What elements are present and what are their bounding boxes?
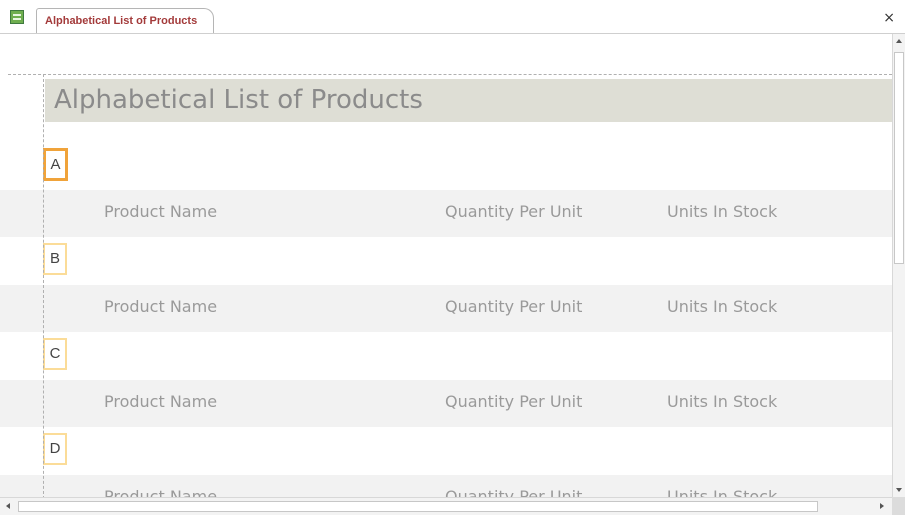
group-section: D Product Name Quantity Per Unit Units I… bbox=[0, 427, 892, 497]
group-section: C Product Name Quantity Per Unit Units I… bbox=[0, 332, 892, 427]
group-letter-box[interactable]: A bbox=[43, 148, 68, 181]
column-header-units-in-stock[interactable]: Units In Stock bbox=[667, 392, 777, 411]
column-header-quantity-per-unit[interactable]: Quantity Per Unit bbox=[445, 297, 582, 316]
column-header-product-name[interactable]: Product Name bbox=[104, 297, 217, 316]
group-header-band bbox=[0, 142, 892, 190]
vertical-scroll-thumb[interactable] bbox=[894, 52, 904, 264]
group-section: B Product Name Quantity Per Unit Units I… bbox=[0, 237, 892, 332]
column-header-product-name[interactable]: Product Name bbox=[104, 487, 217, 497]
close-icon[interactable]: × bbox=[883, 11, 895, 25]
scroll-left-arrow-icon[interactable] bbox=[6, 503, 10, 509]
report-document-icon bbox=[10, 10, 24, 24]
column-header-units-in-stock[interactable]: Units In Stock bbox=[667, 487, 777, 497]
column-header-quantity-per-unit[interactable]: Quantity Per Unit bbox=[445, 202, 582, 221]
group-letter-box[interactable]: C bbox=[43, 338, 67, 370]
tab-alphabetical-list-of-products[interactable]: Alphabetical List of Products bbox=[36, 8, 215, 34]
group-letter-box[interactable]: D bbox=[43, 433, 67, 465]
column-header-product-name[interactable]: Product Name bbox=[104, 392, 217, 411]
group-section: A Product Name Quantity Per Unit Units I… bbox=[0, 142, 892, 237]
group-header-band bbox=[0, 332, 892, 380]
document-tab-bar: Alphabetical List of Products × bbox=[0, 0, 905, 34]
group-header-band bbox=[0, 427, 892, 475]
column-header-units-in-stock[interactable]: Units In Stock bbox=[667, 297, 777, 316]
horizontal-scroll-thumb[interactable] bbox=[18, 501, 818, 512]
scroll-right-arrow-icon[interactable] bbox=[880, 503, 884, 509]
section-guide-vertical bbox=[43, 74, 44, 497]
section-guide-horizontal bbox=[8, 74, 892, 75]
report-header-band: Alphabetical List of Products bbox=[45, 79, 892, 122]
vertical-scrollbar[interactable] bbox=[892, 34, 905, 497]
scrollbar-corner bbox=[892, 497, 905, 515]
group-header-band bbox=[0, 237, 892, 285]
column-header-quantity-per-unit[interactable]: Quantity Per Unit bbox=[445, 487, 582, 497]
tab-label: Alphabetical List of Products bbox=[45, 15, 198, 27]
scroll-down-arrow-icon[interactable] bbox=[896, 488, 902, 492]
report-title[interactable]: Alphabetical List of Products bbox=[54, 83, 423, 117]
group-letter-box[interactable]: B bbox=[43, 243, 67, 275]
scroll-up-arrow-icon[interactable] bbox=[896, 39, 902, 43]
column-header-quantity-per-unit[interactable]: Quantity Per Unit bbox=[445, 392, 582, 411]
column-header-units-in-stock[interactable]: Units In Stock bbox=[667, 202, 777, 221]
report-canvas[interactable]: Alphabetical List of Products A Product … bbox=[0, 34, 892, 497]
horizontal-scrollbar[interactable] bbox=[0, 497, 892, 515]
column-header-product-name[interactable]: Product Name bbox=[104, 202, 217, 221]
